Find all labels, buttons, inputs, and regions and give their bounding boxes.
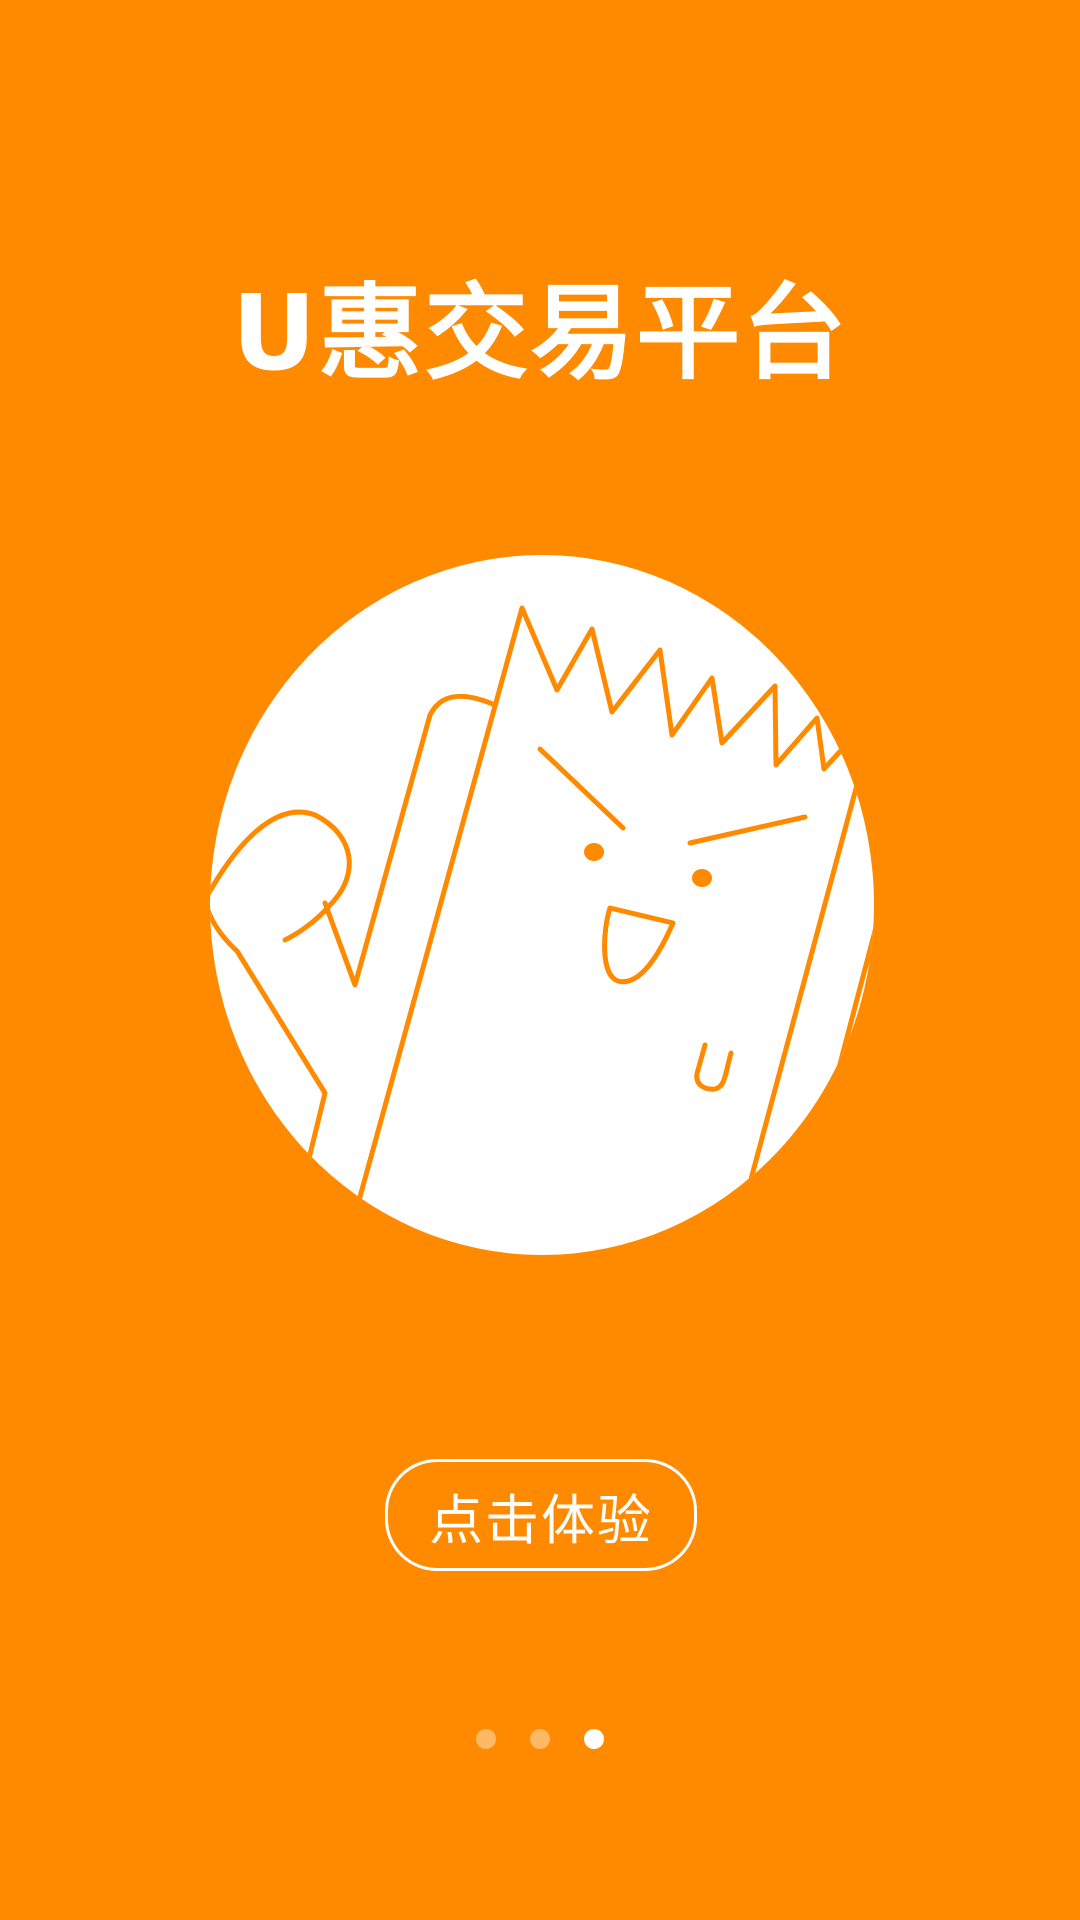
try-it-button[interactable]: 点击体验: [385, 1459, 697, 1571]
page-dot-3-active[interactable]: [584, 1729, 604, 1749]
page-dot-2[interactable]: [530, 1729, 550, 1749]
left-eye: [584, 843, 604, 861]
right-eye: [692, 869, 712, 887]
page-indicator: [0, 1729, 1080, 1749]
page-dot-1[interactable]: [476, 1729, 496, 1749]
app-title: U惠交易平台: [231, 272, 849, 394]
cartoon-character-icon: [210, 555, 874, 1255]
splash-screen: U惠交易平台 点击体验: [0, 0, 1080, 1920]
